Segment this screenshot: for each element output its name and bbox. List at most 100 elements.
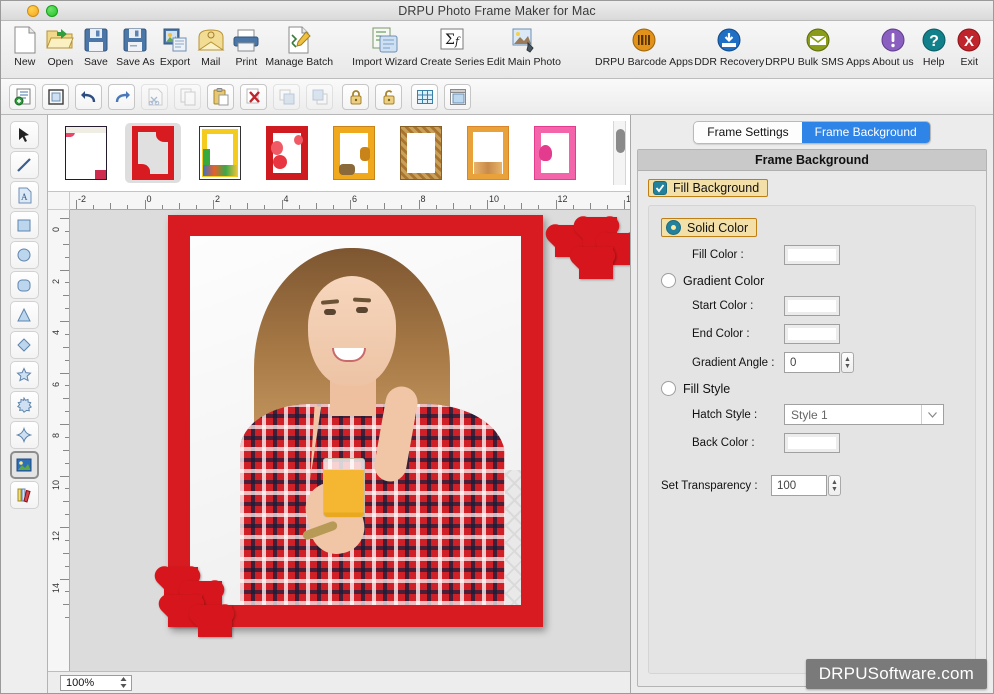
four-point-star-tool[interactable] bbox=[9, 421, 39, 449]
ellipse-tool[interactable] bbox=[9, 241, 39, 269]
solid-color-radio[interactable]: Solid Color bbox=[661, 218, 758, 237]
ruler-minor-tick bbox=[63, 398, 69, 400]
text-tool[interactable]: A bbox=[9, 181, 39, 209]
ruler-label: 0 bbox=[51, 226, 61, 232]
pointer-tool[interactable] bbox=[9, 121, 39, 149]
tab-frame-settings[interactable]: Frame Settings bbox=[694, 122, 802, 143]
panel-tabs-row: Frame Settings Frame Background bbox=[637, 121, 987, 144]
fill-background-checkbox[interactable]: Fill Background bbox=[648, 179, 769, 197]
delete-x-icon[interactable] bbox=[240, 83, 267, 110]
zoom-stepper[interactable] bbox=[119, 676, 128, 690]
horizontal-ruler: -2024681012141 bbox=[70, 192, 630, 210]
right-panel: Frame Settings Frame Background Frame Ba… bbox=[631, 115, 993, 693]
toolbar-button-open[interactable]: Open bbox=[43, 24, 79, 68]
grid-icon[interactable] bbox=[411, 83, 438, 110]
burst-tool[interactable] bbox=[9, 391, 39, 419]
unlock-icon[interactable] bbox=[375, 83, 402, 110]
ruler-corner bbox=[48, 192, 70, 210]
start-color-swatch[interactable] bbox=[784, 296, 840, 316]
toolbar-button-edit-main-photo[interactable]: Edit Main Photo bbox=[486, 24, 562, 68]
frame-thumb-8[interactable] bbox=[527, 123, 583, 183]
rectangle-tool[interactable] bbox=[9, 211, 39, 239]
back-color-row: Back Color : bbox=[692, 433, 965, 453]
frame-thumb-5[interactable] bbox=[326, 123, 382, 183]
line-tool[interactable] bbox=[9, 151, 39, 179]
transparency-row: Set Transparency : 100 ▲ ▼ bbox=[661, 475, 965, 496]
photo-frame-object[interactable] bbox=[164, 215, 630, 637]
frame-thumb-2[interactable] bbox=[125, 123, 181, 183]
fill-style-row[interactable]: Fill Style bbox=[661, 381, 965, 396]
fill-color-swatch[interactable] bbox=[784, 245, 840, 265]
lock-icon[interactable] bbox=[342, 83, 369, 110]
ruler-minor-tick bbox=[110, 203, 112, 209]
library-tool[interactable] bbox=[9, 481, 39, 509]
hatch-style-select[interactable]: Style 1 bbox=[784, 404, 944, 425]
toolbar-button-mail[interactable]: Mail bbox=[193, 24, 229, 68]
frame-background-panel: Frame Background Fill Background Solid C… bbox=[637, 149, 987, 687]
gradient-color-row[interactable]: Gradient Color bbox=[661, 273, 965, 288]
import-wizard-icon bbox=[370, 25, 400, 55]
toolbar-button-create-series[interactable]: Σf Create Series bbox=[419, 24, 486, 68]
redo-icon[interactable] bbox=[108, 83, 135, 110]
diamond-tool[interactable] bbox=[9, 331, 39, 359]
toolbar-button-manage-batch[interactable]: Manage Batch bbox=[264, 24, 334, 68]
triangle-tool[interactable] bbox=[9, 301, 39, 329]
toolbar-button-ddr-recovery[interactable]: DDR Recovery bbox=[693, 24, 765, 68]
ruler-tick bbox=[144, 200, 146, 209]
tab-frame-background[interactable]: Frame Background bbox=[801, 122, 930, 143]
toolbar-label: Save As bbox=[116, 56, 155, 68]
toolbar-button-about-us[interactable]: About us bbox=[870, 24, 916, 68]
sigma-function-icon: Σf bbox=[437, 25, 467, 55]
image-tool[interactable] bbox=[9, 451, 39, 479]
toolbar-button-new[interactable]: New bbox=[7, 24, 43, 68]
thumbnail-scroll-knob[interactable] bbox=[616, 129, 625, 153]
page-setup-icon[interactable] bbox=[444, 83, 471, 110]
heart-shape bbox=[605, 233, 630, 265]
ruler-label: 10 bbox=[489, 194, 500, 204]
back-color-swatch[interactable] bbox=[784, 433, 840, 453]
gradient-angle-stepper[interactable]: ▲ ▼ bbox=[841, 352, 854, 373]
toolbar-button-exit[interactable]: X Exit bbox=[951, 24, 987, 68]
horizontal-ruler-row: -2024681012141 bbox=[48, 192, 630, 210]
toolbar-button-print[interactable]: Print bbox=[229, 24, 265, 68]
toolbar-label: Create Series bbox=[420, 56, 485, 68]
frame-thumb-6[interactable] bbox=[393, 123, 449, 183]
copy-icon[interactable] bbox=[174, 83, 201, 110]
frame-thumb-7[interactable] bbox=[460, 123, 516, 183]
toolbar-button-export[interactable]: Export bbox=[157, 24, 193, 68]
cut-scissors-icon[interactable] bbox=[141, 83, 168, 110]
stepper-up-arrow: ▲ bbox=[844, 355, 851, 363]
undo-icon[interactable] bbox=[75, 83, 102, 110]
end-color-swatch[interactable] bbox=[784, 324, 840, 344]
transparency-stepper[interactable]: ▲ ▼ bbox=[828, 475, 841, 496]
gradient-angle-row: Gradient Angle : 0 ▲ ▼ bbox=[692, 352, 965, 373]
design-canvas[interactable] bbox=[70, 210, 630, 671]
toolbar-label: Open bbox=[47, 56, 74, 68]
toolbar-button-help[interactable]: ? Help bbox=[916, 24, 952, 68]
paste-clipboard-icon[interactable] bbox=[207, 83, 234, 110]
gradient-angle-input[interactable]: 0 bbox=[784, 352, 840, 373]
frame-thumb-1[interactable] bbox=[58, 123, 114, 183]
ruler-minor-tick bbox=[65, 462, 69, 464]
bring-to-front-icon[interactable] bbox=[273, 83, 300, 110]
frame-template-strip[interactable] bbox=[48, 115, 630, 192]
toolbar-button-save-as[interactable]: Save As bbox=[114, 24, 157, 68]
fill-options-group: Solid Color Fill Color : Gradient Color bbox=[648, 205, 976, 674]
star-tool[interactable] bbox=[9, 361, 39, 389]
send-to-back-icon[interactable] bbox=[306, 83, 333, 110]
thumbnail-scrollbar[interactable] bbox=[613, 121, 626, 185]
toolbar-button-drpu-barcode-apps[interactable]: DRPU Barcode Apps bbox=[595, 24, 693, 68]
select-frame-icon[interactable] bbox=[42, 83, 69, 110]
toolbar-button-import-wizard[interactable]: Import Wizard bbox=[351, 24, 419, 68]
ruler-label: 6 bbox=[51, 381, 61, 387]
ruler-label: 8 bbox=[420, 194, 426, 204]
rounded-rectangle-tool[interactable] bbox=[9, 271, 39, 299]
frame-thumb-4[interactable] bbox=[259, 123, 315, 183]
toolbar-button-save[interactable]: Save bbox=[78, 24, 114, 68]
zoom-input[interactable]: 100% bbox=[60, 674, 132, 691]
frame-thumb-3[interactable] bbox=[192, 123, 248, 183]
fill-style-label: Fill Style bbox=[683, 381, 731, 396]
transparency-input[interactable]: 100 bbox=[771, 475, 827, 496]
add-object-icon[interactable] bbox=[9, 83, 36, 110]
toolbar-button-drpu-bulk-sms-apps[interactable]: DRPU Bulk SMS Apps bbox=[765, 24, 870, 68]
